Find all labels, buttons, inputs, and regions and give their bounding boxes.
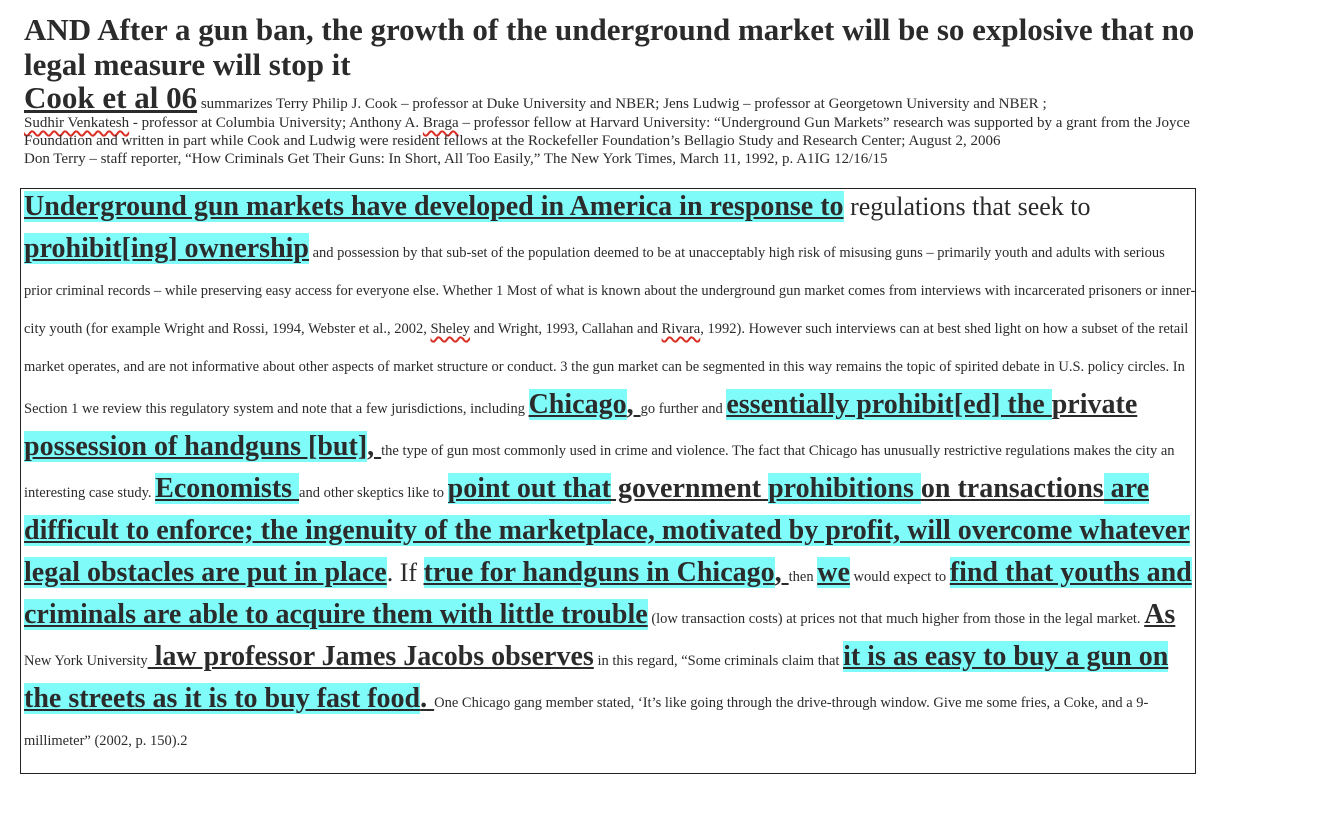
highlighted-text: Economists (155, 473, 300, 504)
card-text: then (788, 569, 818, 585)
card-text: in this regard, “Some criminals claim th… (593, 653, 844, 669)
card-text: (low transaction costs) at prices not th… (647, 611, 1145, 627)
spellcheck-word[interactable]: Braga (423, 115, 459, 131)
underlined-text: , (367, 431, 382, 462)
underlined-text: law professor James Jacobs observes (147, 641, 594, 672)
underlined-text: government (611, 473, 769, 504)
underlined-text: private (1051, 389, 1138, 420)
underlined-text: , (774, 557, 789, 588)
cite-text: - professor at Columbia University; Anth… (129, 115, 423, 131)
cite-text: Don Terry – staff reporter, “How Crimina… (24, 151, 888, 167)
highlighted-text: true for handguns in Chicago (423, 557, 775, 588)
highlighted-text: point out that (447, 473, 612, 504)
card-text: and Wright, 1993, Callahan and (469, 321, 662, 337)
spellcheck-word[interactable]: Sudhir Venkatesh (24, 115, 129, 131)
highlighted-text: essentially prohibit[ed] the (726, 389, 1052, 420)
card-body: Underground gun markets have developed i… (24, 188, 1196, 760)
card-text: . If (386, 558, 424, 587)
underlined-text: . (420, 683, 435, 714)
document-page: AND After a gun ban, the growth of the u… (24, 12, 1204, 168)
highlighted-text: Underground gun markets have developed i… (24, 191, 844, 222)
card-tag: AND After a gun ban, the growth of the u… (24, 12, 1195, 82)
card-text: and other skeptics like to (299, 485, 448, 501)
underlined-text: As (1144, 599, 1176, 630)
highlighted-text: Chicago (528, 389, 627, 420)
citation: Cook et al 06 summarizes Terry Philip J.… (24, 82, 1204, 168)
card-text: go further and (640, 401, 727, 417)
highlighted-text: prohibitions (768, 473, 921, 504)
card-text: New York University (24, 653, 148, 669)
cite-author: Cook et al 06 (24, 80, 198, 115)
underlined-text: on transactions (920, 473, 1104, 504)
underlined-text: , (626, 389, 641, 420)
highlighted-text: prohibit[ing] ownership (24, 233, 309, 264)
highlighted-text: possession of handguns [but] (24, 431, 368, 462)
card-text: regulations that seek to (843, 192, 1091, 221)
cite-text: summarizes Terry Philip J. Cook – profes… (197, 96, 1047, 112)
spellcheck-word[interactable]: Rivara (662, 321, 701, 337)
highlighted-text: we (817, 557, 850, 588)
card-text: would expect to (849, 569, 950, 585)
spellcheck-word[interactable]: Sheley (430, 321, 469, 337)
